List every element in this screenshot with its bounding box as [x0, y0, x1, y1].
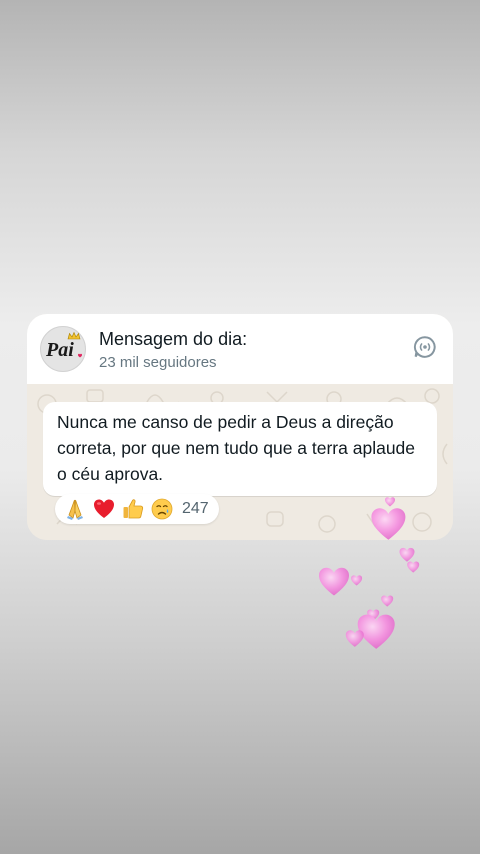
reactions-count: 247 — [182, 500, 209, 517]
message-bubble[interactable]: Nunca me canso de pedir a Deus a direção… — [43, 402, 437, 496]
folded-hands-icon — [67, 499, 83, 520]
followers-count: 23 mil seguidores — [99, 354, 217, 371]
thumbs-up-icon — [123, 499, 144, 519]
channel-header[interactable]: Pai Mensagem do dia: 23 mil seguidores — [27, 314, 453, 384]
channel-name: Mensagem do dia: — [99, 329, 248, 349]
heart-icon — [357, 614, 395, 649]
heart-icon — [399, 547, 415, 562]
heart-icon — [319, 567, 349, 596]
heart-icon — [371, 508, 406, 540]
crown-icon — [67, 331, 81, 340]
channel-icon[interactable] — [413, 335, 437, 359]
mini-heart-icon — [78, 353, 82, 358]
message-text: Nunca me canso de pedir a Deus a direção… — [57, 412, 416, 484]
reactions-bar[interactable]: 247 — [55, 494, 219, 524]
heart-icon — [407, 561, 420, 573]
crying-face-icon — [151, 498, 173, 520]
heart-icon — [351, 575, 363, 586]
heart-icon — [385, 497, 395, 507]
avatar[interactable]: Pai — [40, 326, 86, 372]
red-heart-icon — [94, 499, 114, 518]
heart-icon — [345, 630, 364, 647]
avatar-logo: Pai — [45, 331, 82, 361]
floating-hearts — [319, 497, 420, 649]
heart-icon — [381, 595, 394, 607]
avatar-text: Pai — [45, 339, 74, 361]
